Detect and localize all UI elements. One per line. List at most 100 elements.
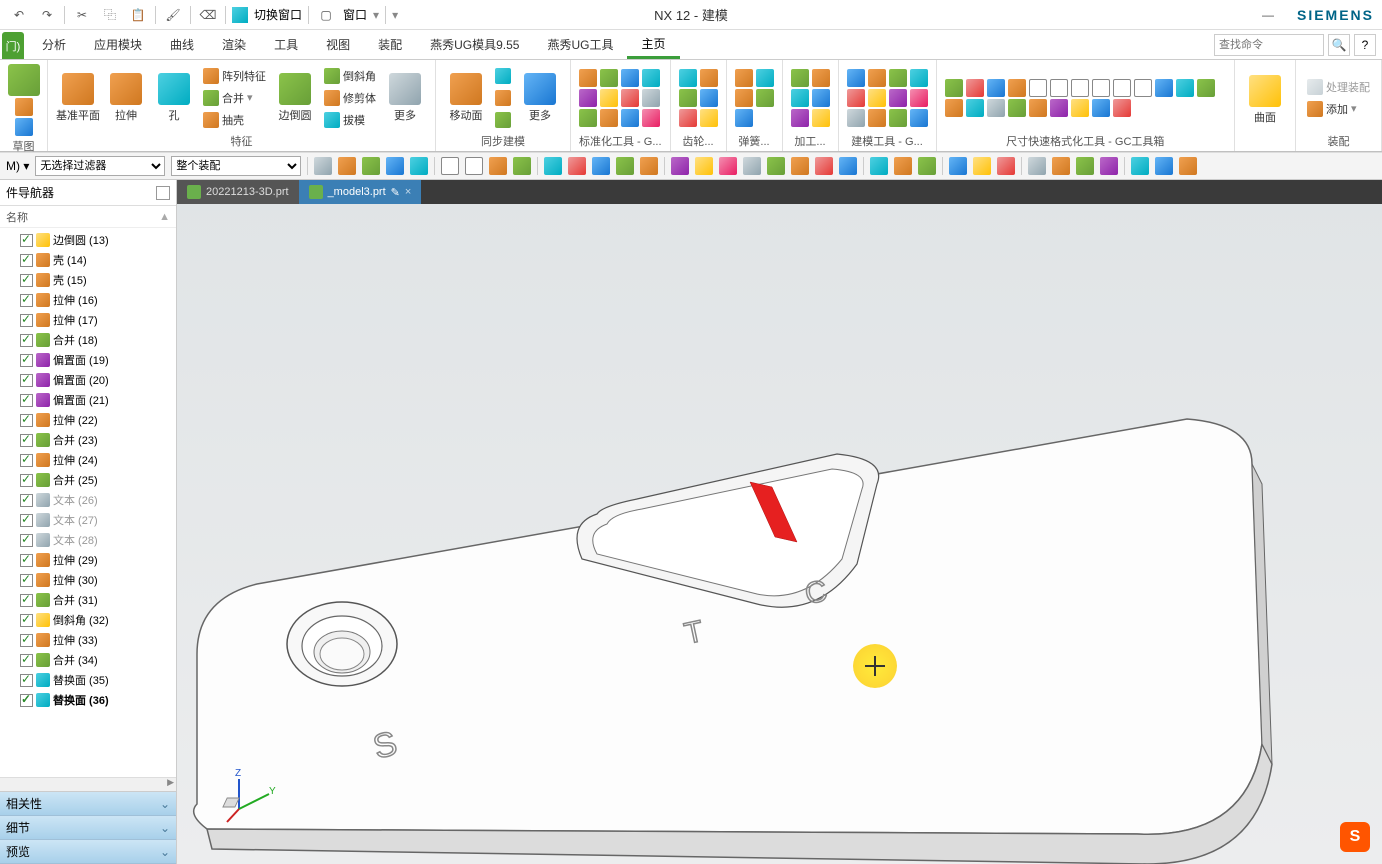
checkbox-icon[interactable] bbox=[20, 694, 33, 707]
tree-item[interactable]: 替换面 (35) bbox=[0, 670, 176, 690]
panel-section-header[interactable]: 细节⌄ bbox=[0, 816, 176, 840]
panel-section-header[interactable]: 预览⌄ bbox=[0, 840, 176, 864]
checkbox-icon[interactable] bbox=[20, 294, 33, 307]
tab-render[interactable]: 渲染 bbox=[208, 30, 260, 59]
command-search-input[interactable] bbox=[1214, 34, 1324, 56]
more-features-button[interactable]: 更多 bbox=[383, 73, 427, 123]
doc-tab-active[interactable]: _model3.prt ✎ × bbox=[299, 180, 422, 204]
tree-item[interactable]: 壳 (14) bbox=[0, 250, 176, 270]
tab-home[interactable]: 主页 bbox=[627, 30, 679, 59]
window-label[interactable]: 窗口 bbox=[343, 6, 367, 23]
checkbox-icon[interactable] bbox=[20, 374, 33, 387]
tree-item[interactable]: 文本 (27) bbox=[0, 510, 176, 530]
selection-filter-select[interactable]: 无选择过滤器 bbox=[35, 156, 165, 176]
tree-item[interactable]: 文本 (28) bbox=[0, 530, 176, 550]
checkbox-icon[interactable] bbox=[20, 354, 33, 367]
undo-icon[interactable]: ↶ bbox=[8, 4, 30, 26]
tree-item[interactable]: 拉伸 (30) bbox=[0, 570, 176, 590]
checkbox-icon[interactable] bbox=[20, 234, 33, 247]
help-button[interactable]: ? bbox=[1354, 34, 1376, 56]
checkbox-icon[interactable] bbox=[20, 574, 33, 587]
checkbox-icon[interactable] bbox=[20, 594, 33, 607]
tree-item[interactable]: 倒斜角 (32) bbox=[0, 610, 176, 630]
pattern-button[interactable]: 阵列特征 bbox=[200, 66, 269, 86]
feature-tree[interactable]: 边倒圆 (13) 壳 (14) 壳 (15) 拉伸 (16) 拉伸 (17) bbox=[0, 228, 176, 777]
doc-tab-inactive[interactable]: 20221213-3D.prt bbox=[177, 180, 299, 204]
checkbox-icon[interactable] bbox=[20, 634, 33, 647]
tree-item[interactable]: 合并 (23) bbox=[0, 430, 176, 450]
tree-item[interactable]: 拉伸 (17) bbox=[0, 310, 176, 330]
copy-icon[interactable]: ⿻ bbox=[99, 4, 121, 26]
tab-yanxiu-mold[interactable]: 燕秀UG模具9.55 bbox=[416, 30, 533, 59]
tree-item[interactable]: 拉伸 (22) bbox=[0, 410, 176, 430]
tree-item[interactable]: 文本 (26) bbox=[0, 490, 176, 510]
paste-icon[interactable]: 📋 bbox=[127, 4, 149, 26]
tree-item[interactable]: 合并 (18) bbox=[0, 330, 176, 350]
sketch-button[interactable] bbox=[8, 64, 40, 136]
tab-curve[interactable]: 曲线 bbox=[156, 30, 208, 59]
extrude-button[interactable]: 拉伸 bbox=[104, 73, 148, 123]
switch-window-label[interactable]: 切换窗口 bbox=[254, 6, 302, 23]
tree-item[interactable]: 拉伸 (33) bbox=[0, 630, 176, 650]
horizontal-scrollbar[interactable] bbox=[0, 777, 176, 791]
assembly-filter-select[interactable]: 整个装配 bbox=[171, 156, 301, 176]
hole-button[interactable]: 孔 bbox=[152, 73, 196, 123]
tree-item[interactable]: 合并 (31) bbox=[0, 590, 176, 610]
checkbox-icon[interactable] bbox=[20, 474, 33, 487]
checkbox-icon[interactable] bbox=[20, 274, 33, 287]
column-header-name[interactable]: 名称 ▲ bbox=[0, 206, 176, 228]
close-tab-icon[interactable]: × bbox=[405, 186, 411, 198]
checkbox-icon[interactable] bbox=[20, 494, 33, 507]
checkbox-icon[interactable] bbox=[20, 434, 33, 447]
draft-button[interactable]: 拔模 bbox=[321, 110, 379, 130]
minimize-button[interactable]: — bbox=[1262, 8, 1274, 22]
brush-icon[interactable]: 🖌 bbox=[162, 4, 184, 26]
tree-item[interactable]: 壳 (15) bbox=[0, 270, 176, 290]
window-switch-icon[interactable] bbox=[232, 7, 248, 23]
eraser-icon[interactable]: ⌫ bbox=[197, 4, 219, 26]
tree-item[interactable]: 偏置面 (19) bbox=[0, 350, 176, 370]
checkbox-icon[interactable] bbox=[20, 554, 33, 567]
chamfer-button[interactable]: 倒斜角 bbox=[321, 66, 379, 86]
tree-item[interactable]: 拉伸 (24) bbox=[0, 450, 176, 470]
cut-icon[interactable]: ✂ bbox=[71, 4, 93, 26]
tree-item[interactable]: 边倒圆 (13) bbox=[0, 230, 176, 250]
graphics-viewport[interactable]: 20221213-3D.prt _model3.prt ✎ × bbox=[177, 180, 1382, 864]
redo-icon[interactable]: ↷ bbox=[36, 4, 58, 26]
move-face-button[interactable]: 移动面 bbox=[444, 73, 488, 123]
checkbox-icon[interactable] bbox=[20, 654, 33, 667]
checkbox-icon[interactable] bbox=[20, 534, 33, 547]
tree-item[interactable]: 偏置面 (20) bbox=[0, 370, 176, 390]
model-canvas[interactable]: S T C bbox=[177, 204, 1382, 864]
checkbox-icon[interactable] bbox=[20, 334, 33, 347]
window-icon[interactable]: ▢ bbox=[315, 4, 337, 26]
trim-body-button[interactable]: 修剪体 bbox=[321, 88, 379, 108]
tree-item[interactable]: 合并 (34) bbox=[0, 650, 176, 670]
more-sync-button[interactable]: 更多 bbox=[518, 73, 562, 123]
datum-plane-button[interactable]: 基准平面 bbox=[56, 73, 100, 123]
shell-button[interactable]: 抽壳 bbox=[200, 110, 269, 130]
pin-icon[interactable] bbox=[156, 186, 170, 200]
checkbox-icon[interactable] bbox=[20, 674, 33, 687]
tab-application[interactable]: 应用模块 bbox=[80, 30, 156, 59]
file-menu-button[interactable]: 门) bbox=[2, 32, 24, 59]
search-button[interactable]: 🔍 bbox=[1328, 34, 1350, 56]
unite-button[interactable]: 合并▾ bbox=[200, 88, 269, 108]
checkbox-icon[interactable] bbox=[20, 454, 33, 467]
checkbox-icon[interactable] bbox=[20, 514, 33, 527]
tree-item[interactable]: 拉伸 (29) bbox=[0, 550, 176, 570]
checkbox-icon[interactable] bbox=[20, 394, 33, 407]
checkbox-icon[interactable] bbox=[20, 254, 33, 267]
tab-yanxiu-tools[interactable]: 燕秀UG工具 bbox=[533, 30, 627, 59]
surface-button[interactable]: 曲面 bbox=[1243, 75, 1287, 125]
tree-item[interactable]: 合并 (25) bbox=[0, 470, 176, 490]
tab-assembly[interactable]: 装配 bbox=[364, 30, 416, 59]
wcs-triad[interactable]: Z Y bbox=[219, 764, 279, 824]
process-assembly-button[interactable]: 处理装配 bbox=[1304, 77, 1373, 97]
panel-section-header[interactable]: 相关性⌄ bbox=[0, 792, 176, 816]
tree-item[interactable]: 替换面 (36) bbox=[0, 690, 176, 710]
checkbox-icon[interactable] bbox=[20, 614, 33, 627]
tab-view[interactable]: 视图 bbox=[312, 30, 364, 59]
tree-item[interactable]: 偏置面 (21) bbox=[0, 390, 176, 410]
menu-dropdown[interactable]: M) ▾ bbox=[6, 159, 29, 173]
